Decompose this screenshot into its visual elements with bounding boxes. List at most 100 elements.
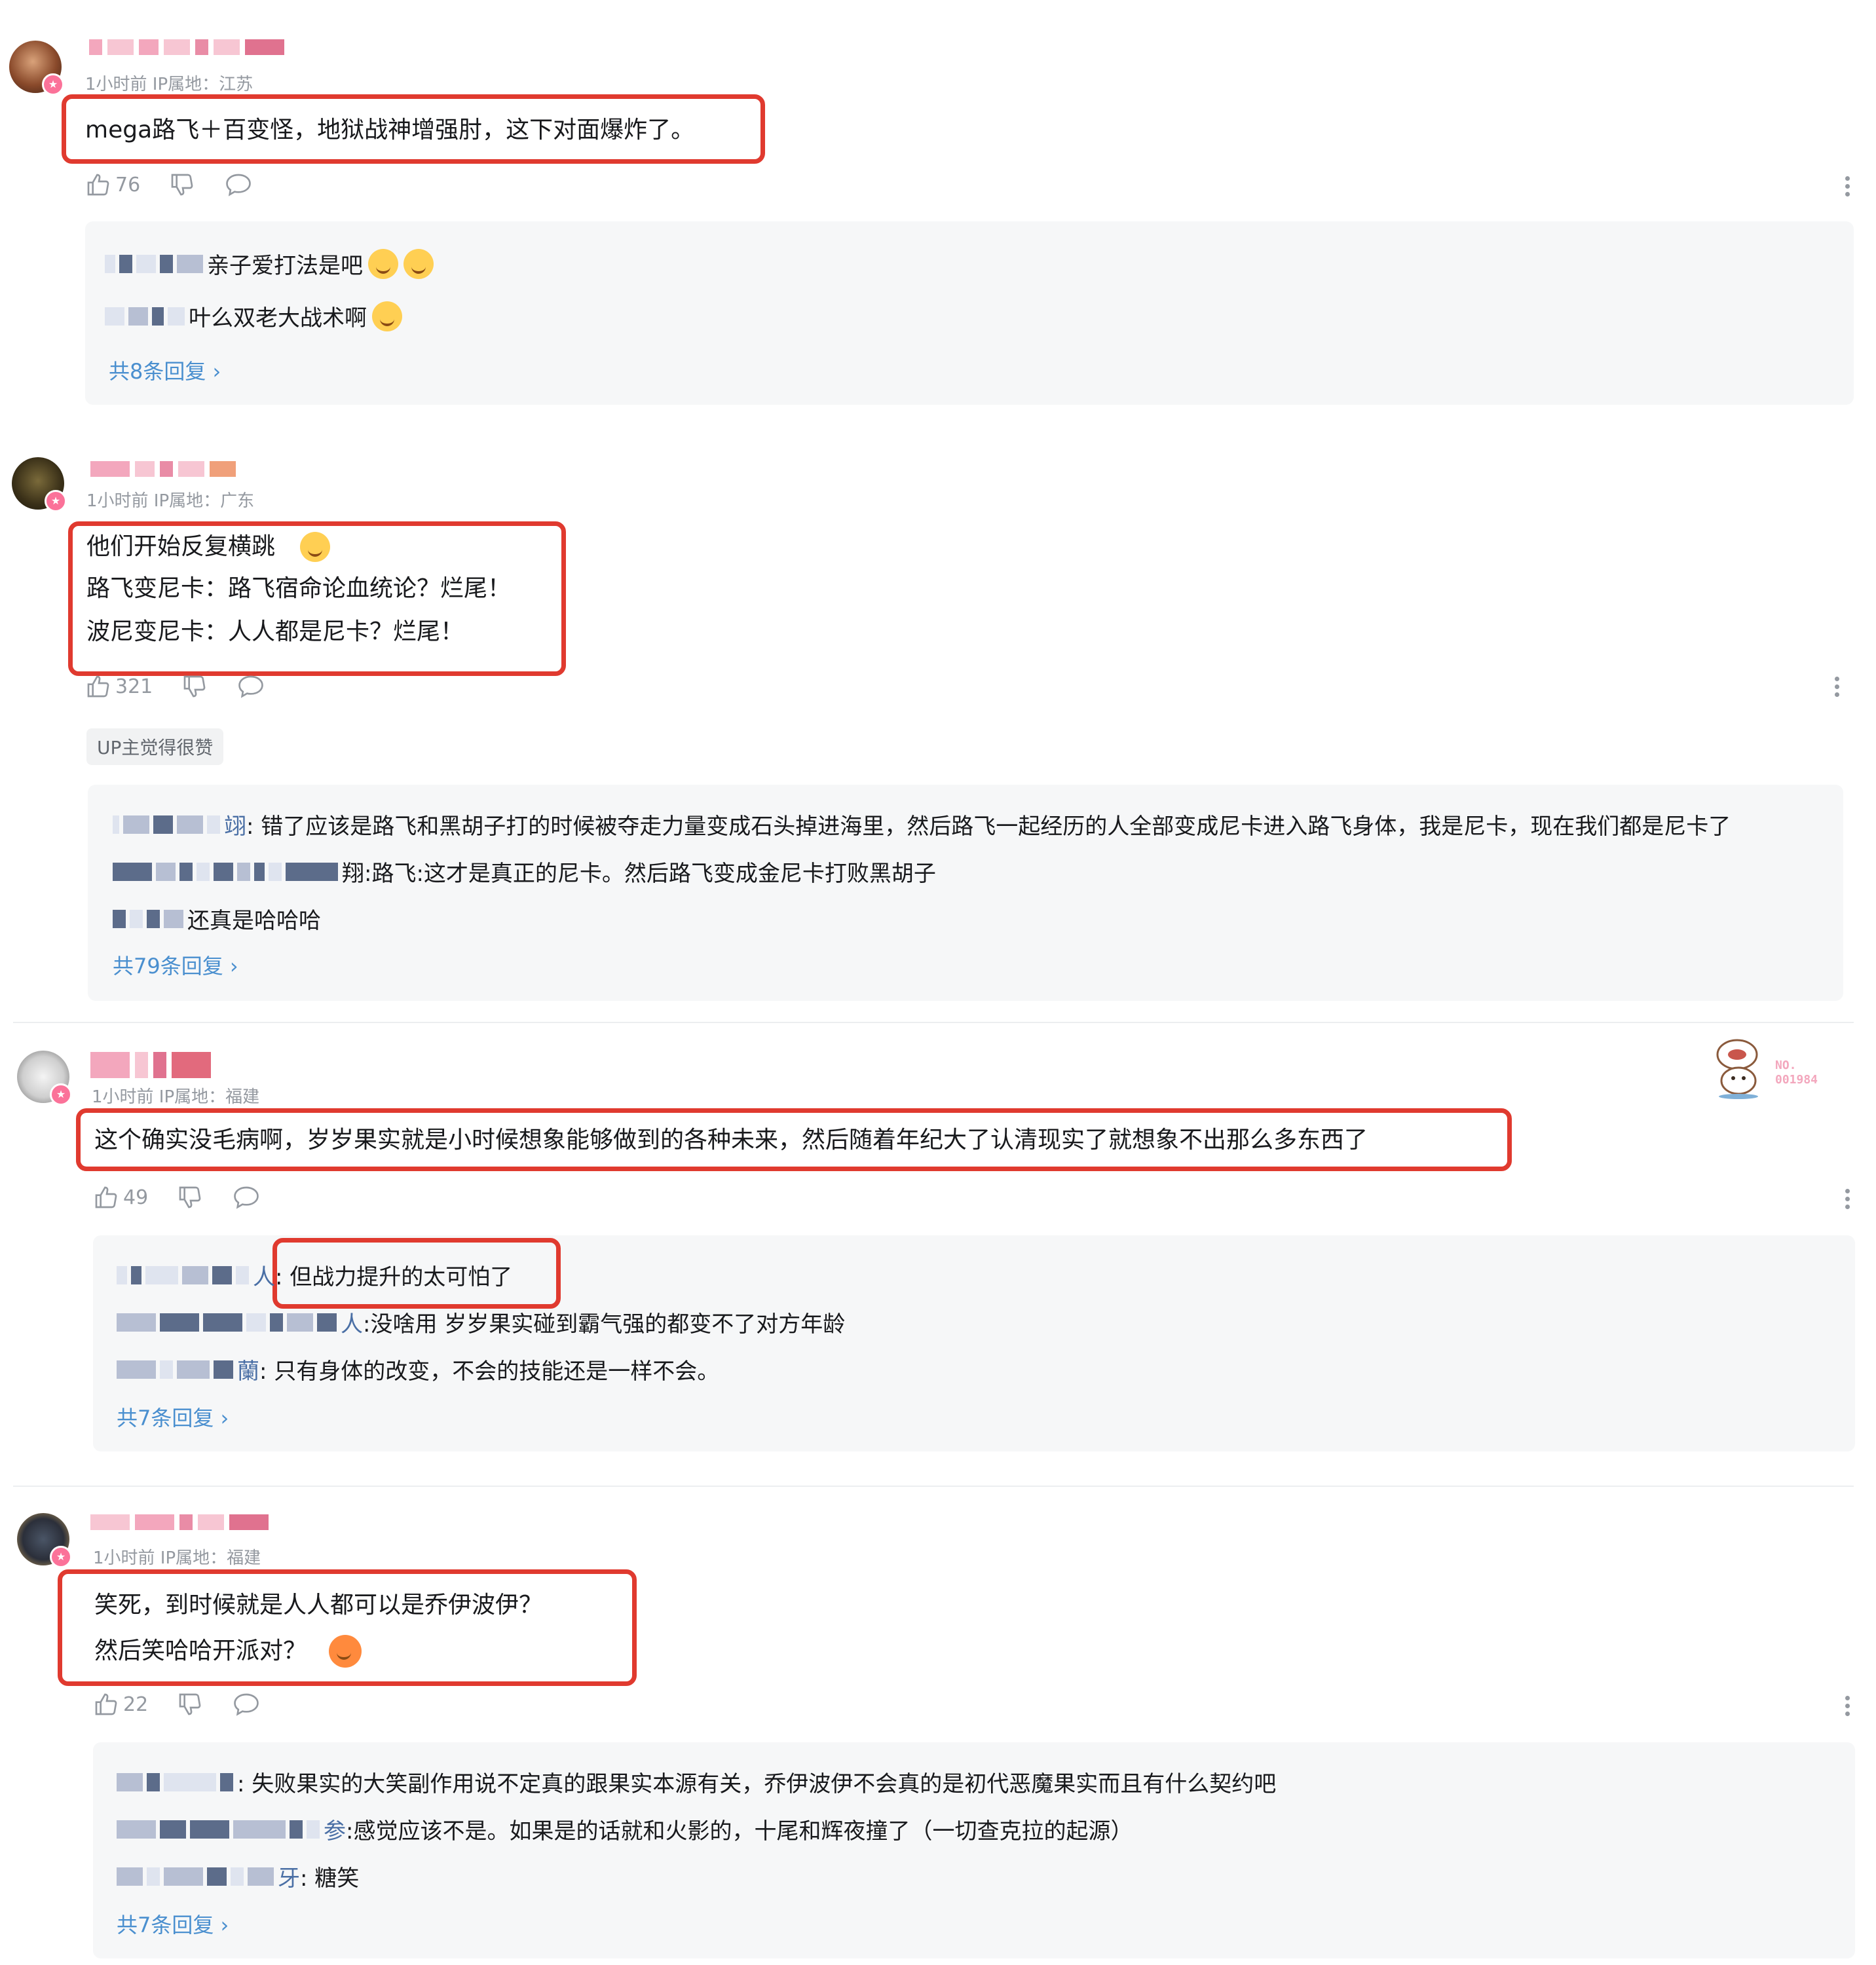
dislike-button[interactable]	[181, 673, 208, 700]
fan-badge-number: NO. 001984	[1775, 1058, 1818, 1087]
comment-content: 这个确实没毛病啊，岁岁果实就是小时候想象能够做到的各种未来，然后随着年纪大了认清…	[94, 1127, 1368, 1153]
comment-bubble-icon	[224, 172, 253, 198]
comment-meta: 1小时前 IP属地：福建	[92, 1087, 260, 1107]
doge-emoji-icon	[300, 532, 330, 562]
like-button[interactable]: 76	[85, 172, 140, 198]
reply-username-pixelated[interactable]	[113, 815, 220, 834]
comment-content: 笑死，到时候就是人人都可以是乔伊波伊？	[94, 1592, 543, 1619]
more-options-icon[interactable]	[1843, 1186, 1851, 1212]
reply-username-pixelated[interactable]	[117, 1313, 337, 1332]
comment-content: 路飞变尼卡：路飞宿命论血统论？烂尾！	[86, 575, 512, 602]
comment-actions: 321	[85, 672, 265, 701]
thumbs-down-icon	[181, 673, 208, 700]
comment-meta: 1小时前 IP属地：福建	[93, 1548, 261, 1568]
view-all-replies-link[interactable]: 共79条回复 ›	[113, 950, 238, 980]
like-count: 321	[115, 675, 153, 698]
thumbs-up-icon	[85, 172, 111, 198]
username-pixelated[interactable]	[90, 1514, 269, 1533]
username-pixelated[interactable]	[90, 1052, 211, 1078]
more-options-icon[interactable]	[1843, 1693, 1851, 1719]
like-count: 22	[123, 1693, 149, 1716]
reply-item: 翔 :路飞:这才是真正的尼卡。然后路飞变成金尼卡打败黑胡子	[113, 855, 936, 888]
like-count: 49	[123, 1186, 149, 1209]
up-liked-badge: UP主觉得很赞	[86, 728, 224, 765]
dislike-button[interactable]	[177, 1184, 203, 1210]
thumbs-down-icon	[169, 172, 195, 198]
view-all-replies-link[interactable]: 共8条回复 ›	[109, 355, 221, 385]
thumbs-up-icon	[93, 1691, 119, 1717]
avatar[interactable]: ★	[12, 457, 67, 512]
reply-item: 还真是哈哈哈	[113, 903, 321, 935]
reply-panel: 翊 : 错了应该是路飞和黑胡子打的时候被夺走力量变成石头掉进海里，然后路飞一起经…	[88, 785, 1843, 1001]
reply-button[interactable]	[224, 172, 253, 198]
reply-item: : 失败果实的大笑副作用说不定真的跟果实本源有关，乔伊波伊不会真的是初代恶魔果实…	[117, 1766, 1276, 1798]
comment-divider	[13, 1022, 1854, 1023]
avatar[interactable]: ★	[17, 1051, 72, 1106]
reply-panel: 亲子爱打法是吧 叶么双老大战术啊 共8条回复 ›	[85, 221, 1854, 405]
like-button[interactable]: 49	[93, 1184, 148, 1210]
level-badge-icon: ★	[50, 1083, 72, 1106]
reply-item: 人 :没啥用 岁岁果实碰到霸气强的都变不了对方年龄	[117, 1306, 845, 1338]
thumbs-down-icon	[177, 1184, 203, 1210]
thumbs-up-icon	[93, 1184, 119, 1210]
reply-item: 参 :感觉应该不是。如果是的话就和火影的，十尾和辉夜撞了（一切查克拉的起源）	[117, 1813, 1133, 1845]
reply-username-pixelated[interactable]	[117, 1867, 274, 1886]
reply-username-pixelated[interactable]	[113, 909, 183, 928]
laughing-emoji-icon	[329, 1635, 362, 1668]
reply-button[interactable]	[236, 673, 265, 700]
reply-username-pixelated[interactable]	[113, 862, 338, 881]
level-badge-icon: ★	[45, 490, 67, 512]
comment-bubble-icon	[232, 1691, 261, 1717]
reply-panel: 人 : 但战力提升的太可怕了 人 :没啥用 岁岁果实碰到霸气强的都变不了对方年龄…	[93, 1235, 1855, 1451]
comment-bubble-icon	[236, 673, 265, 700]
like-button[interactable]: 321	[85, 673, 153, 700]
reply-item: 亲子爱打法是吧	[105, 248, 434, 280]
reply-button[interactable]	[232, 1184, 261, 1210]
fan-badge-sticker: NO. 001984	[1710, 1035, 1841, 1107]
reply-item: 牙 : 糖笑	[117, 1860, 359, 1892]
reply-username-pixelated[interactable]	[117, 1772, 233, 1791]
reply-item: 蘭 : 只有身体的改变，不会的技能还是一样不会。	[117, 1353, 719, 1385]
view-all-replies-link[interactable]: 共7条回复 ›	[117, 1402, 229, 1432]
comment-content: mega路飞＋百变怪，地狱战神增强肘，这下对面爆炸了。	[85, 117, 695, 143]
dislike-button[interactable]	[177, 1691, 203, 1717]
comment-actions: 22	[93, 1690, 261, 1719]
doge-emoji-icon	[368, 248, 398, 279]
reply-username-pixelated[interactable]	[117, 1820, 320, 1839]
reply-item: 人 : 但战力提升的太可怕了	[117, 1259, 512, 1291]
reply-button[interactable]	[232, 1691, 261, 1717]
dislike-button[interactable]	[169, 172, 195, 198]
doge-emoji-icon	[403, 248, 434, 279]
like-button[interactable]: 22	[93, 1691, 148, 1717]
reply-username-pixelated[interactable]	[117, 1265, 249, 1284]
reply-item: 叶么双老大战术啊	[105, 300, 402, 332]
fan-mascot-icon	[1716, 1039, 1758, 1099]
reply-username-pixelated[interactable]	[117, 1360, 233, 1379]
comment-meta: 1小时前 IP属地：江苏	[85, 75, 253, 94]
avatar[interactable]: ★	[9, 41, 64, 96]
reply-item: 翊 : 错了应该是路飞和黑胡子打的时候被夺走力量变成石头掉进海里，然后路飞一起经…	[113, 808, 1731, 840]
level-badge-icon: ★	[50, 1546, 72, 1568]
comment-actions: 49	[93, 1183, 261, 1212]
comment-actions: 76	[85, 170, 253, 199]
more-options-icon[interactable]	[1833, 673, 1841, 700]
reply-username-pixelated[interactable]	[105, 254, 203, 273]
level-badge-icon: ★	[42, 73, 64, 96]
avatar[interactable]: ★	[17, 1513, 72, 1568]
username-pixelated[interactable]	[90, 461, 236, 479]
view-all-replies-link[interactable]: 共7条回复 ›	[117, 1909, 229, 1939]
like-count: 76	[115, 173, 141, 196]
thumbs-up-icon	[85, 673, 111, 700]
comment-divider	[13, 1486, 1854, 1487]
doge-emoji-icon	[372, 301, 402, 331]
comment-content: 波尼变尼卡：人人都是尼卡？烂尾！	[86, 618, 464, 645]
username-pixelated[interactable]	[89, 39, 284, 58]
reply-username-pixelated[interactable]	[105, 307, 185, 326]
thumbs-down-icon	[177, 1691, 203, 1717]
comment-content: 然后笑哈哈开派对？	[94, 1638, 307, 1664]
more-options-icon[interactable]	[1843, 173, 1851, 200]
comment-bubble-icon	[232, 1184, 261, 1210]
comment-meta: 1小时前 IP属地：广东	[86, 491, 255, 511]
comment-content: 他们开始反复横跳	[86, 533, 276, 560]
reply-panel: : 失败果实的大笑副作用说不定真的跟果实本源有关，乔伊波伊不会真的是初代恶魔果实…	[93, 1742, 1855, 1958]
